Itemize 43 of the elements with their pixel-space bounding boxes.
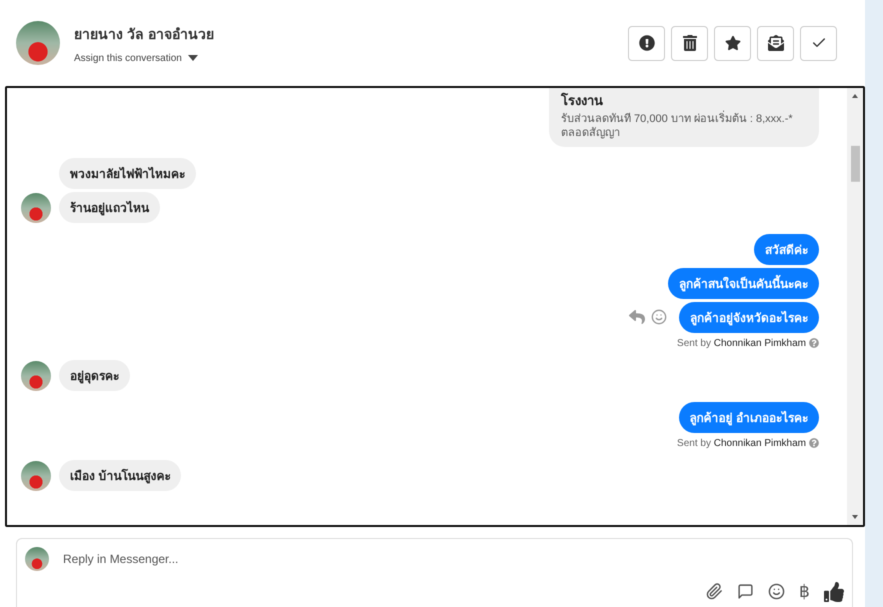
attach-button[interactable]: [706, 583, 723, 600]
avatar: [21, 192, 51, 223]
reply-icon[interactable]: [629, 309, 645, 326]
star-button[interactable]: [714, 26, 751, 60]
chat-icon: [737, 583, 754, 600]
message-bubble: อยู่อุดรคะ: [59, 360, 130, 391]
card-text: รับส่วนลดทันที 70,000 บาท ผ่อนเริ่มต้น : 8,xxx.-* ตลอดสัญญา: [561, 112, 807, 141]
contact-name: ยายนาง วัล อาจอำนวย: [74, 24, 215, 44]
avatar: [21, 460, 51, 491]
message-bubble: ลูกค้าสนใจเป็นคันนี้นะคะ: [668, 268, 819, 299]
scroll-bar[interactable]: [847, 88, 863, 525]
chat-button[interactable]: [737, 583, 754, 600]
star-icon: [724, 35, 740, 51]
help-icon[interactable]: [809, 438, 819, 448]
sent-by-text: Sent by Chonnikan Pimkham: [677, 338, 806, 349]
help-icon[interactable]: [809, 338, 819, 348]
paperclip-icon: [706, 583, 723, 600]
assign-dropdown[interactable]: Assign this conversation: [74, 52, 198, 64]
avatar: [25, 547, 49, 571]
message-bubble: สวัสดีค่ะ: [754, 234, 819, 265]
envelope-button[interactable]: [757, 26, 794, 60]
trash-icon: [682, 35, 698, 51]
alert-icon: [638, 35, 654, 51]
trash-button[interactable]: [671, 26, 708, 60]
message-bubble: ลูกค้าอยู่จังหวัดอะไรคะ: [679, 302, 819, 333]
sent-by-text: Sent by Chonnikan Pimkham: [677, 438, 806, 449]
currency-button[interactable]: ฿: [799, 581, 810, 602]
thumbs-up-icon: [824, 582, 844, 602]
message-bubble: ร้านอยู่แถวไหน: [59, 192, 160, 223]
message-bubble: พวงมาลัยไฟฟ้าไหมคะ: [59, 158, 196, 189]
like-button[interactable]: [824, 582, 844, 602]
envelope-icon: [768, 35, 784, 51]
emoji-button[interactable]: [768, 583, 785, 600]
smiley-icon[interactable]: [651, 309, 667, 326]
avatar: [16, 21, 60, 65]
check-button[interactable]: [800, 26, 837, 60]
caret-icon: [188, 55, 198, 61]
smiley-icon: [768, 583, 785, 600]
message-bubble: ลูกค้าอยู่ อำเภออะไรคะ: [678, 402, 819, 433]
avatar: [21, 360, 51, 391]
alert-button[interactable]: [628, 26, 665, 60]
card-title: โรงงาน: [561, 92, 604, 110]
message-bubble: เมือง บ้านโนนสูงคะ: [59, 460, 182, 491]
